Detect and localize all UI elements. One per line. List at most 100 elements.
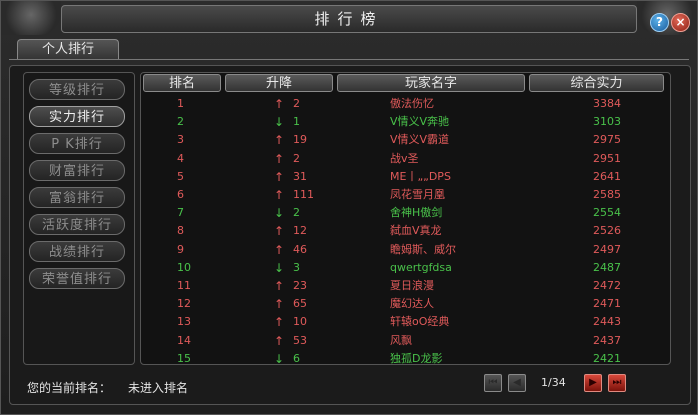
rank-cell: 5 <box>177 169 184 183</box>
power-cell: 2443 <box>593 315 621 329</box>
header-player-name[interactable]: 玩家名字 <box>337 74 525 92</box>
next-page-icon[interactable]: ▶ <box>584 374 602 392</box>
up-arrow-icon: ↑ <box>274 279 285 293</box>
change-cell: 10 <box>293 315 307 329</box>
header-rank[interactable]: 排名 <box>143 74 221 92</box>
player-name-cell: 独孤D龙影 <box>390 351 443 365</box>
header-power[interactable]: 综合实力 <box>529 74 664 92</box>
window-title: 排行榜 <box>61 5 637 33</box>
category-button[interactable]: 财富排行 <box>29 160 125 181</box>
power-cell: 2951 <box>593 151 621 165</box>
power-cell: 2497 <box>593 242 621 256</box>
current-rank-value: 未进入排名 <box>128 381 189 395</box>
table-row[interactable]: 12 ↑ 65 魔幻达人 2471 <box>141 295 669 313</box>
rank-cell: 6 <box>177 188 184 201</box>
category-button[interactable]: 富翁排行 <box>29 187 125 208</box>
table-row[interactable]: 14 ↑ 53 风飘 2437 <box>141 332 669 350</box>
rank-cell: 1 <box>177 97 184 110</box>
player-name-cell: 凤花雪月凰 <box>390 188 445 201</box>
rank-cell: 3 <box>177 133 184 147</box>
rank-cell: 11 <box>177 279 191 292</box>
table-row[interactable]: 13 ↑ 10 轩辕oO经典 2443 <box>141 313 669 331</box>
power-cell: 2975 <box>593 133 621 147</box>
change-cell: 23 <box>293 279 307 292</box>
change-cell: 31 <box>293 169 307 183</box>
change-cell: 6 <box>293 351 300 365</box>
player-name-cell: 夏日浪漫 <box>390 279 434 292</box>
up-arrow-icon: ↑ <box>274 224 285 239</box>
prev-page-icon[interactable]: ◀ <box>508 374 526 392</box>
player-name-cell: qwertgfdsa <box>390 260 452 274</box>
category-button[interactable]: 等级排行 <box>29 79 125 100</box>
rank-cell: 13 <box>177 315 191 329</box>
power-cell: 2437 <box>593 333 621 347</box>
table-row[interactable]: 9 ↑ 46 瞻姆斯、威尔 2497 <box>141 241 669 259</box>
player-name-cell: V情义V霸道 <box>390 133 450 147</box>
change-cell: 46 <box>293 242 307 256</box>
power-cell: 3384 <box>593 97 621 110</box>
up-arrow-icon: ↑ <box>274 188 285 202</box>
category-button[interactable]: 荣誉值排行 <box>29 268 125 289</box>
power-cell: 2526 <box>593 224 621 238</box>
header-change[interactable]: 升降 <box>225 74 333 92</box>
change-cell: 2 <box>293 206 300 220</box>
player-name-cell: 轩辕oO经典 <box>390 315 450 329</box>
change-cell: 3 <box>293 260 300 274</box>
player-name-cell: 弑血V真龙 <box>390 224 442 238</box>
rank-cell: 4 <box>177 151 184 165</box>
rank-cell: 15 <box>177 351 191 365</box>
close-icon[interactable]: × <box>671 13 690 32</box>
rank-cell: 7 <box>177 206 184 220</box>
table-row[interactable]: 4 ↑ 2 战v圣 2951 <box>141 150 669 168</box>
table-row[interactable]: 10 ↓ 3 qwertgfdsa 2487 <box>141 259 669 277</box>
table-row[interactable]: 7 ↓ 2 舍神H傲剑 2554 <box>141 204 669 222</box>
title-ornament-left <box>1 1 61 35</box>
rank-cell: 14 <box>177 333 191 347</box>
change-cell: 12 <box>293 224 307 238</box>
rank-cell: 8 <box>177 224 184 238</box>
rank-cell: 9 <box>177 242 184 256</box>
change-cell: 1 <box>293 115 300 129</box>
player-name-cell: 战v圣 <box>390 151 419 165</box>
current-rank-label: 您的当前排名： <box>27 381 112 395</box>
up-arrow-icon: ↑ <box>274 97 285 111</box>
up-arrow-icon: ↑ <box>274 133 285 148</box>
help-icon[interactable]: ? <box>650 13 669 32</box>
table-row[interactable]: 2 ↓ 1 V情义V奔驰 3103 <box>141 113 669 131</box>
table-row[interactable]: 8 ↑ 12 弑血V真龙 2526 <box>141 222 669 240</box>
up-arrow-icon: ↑ <box>274 151 285 166</box>
category-button[interactable]: P K排行 <box>29 133 125 154</box>
power-cell: 2585 <box>593 188 621 201</box>
player-name-cell: V情义V奔驰 <box>390 115 450 129</box>
table-row[interactable]: 11 ↑ 23 夏日浪漫 2472 <box>141 277 669 295</box>
rank-cell: 12 <box>177 297 191 311</box>
category-button[interactable]: 战绩排行 <box>29 241 125 262</box>
down-arrow-icon: ↓ <box>274 260 285 275</box>
up-arrow-icon: ↑ <box>274 333 285 348</box>
tab-personal-ranking[interactable]: 个人排行 <box>17 39 119 60</box>
player-name-cell: 风飘 <box>390 333 412 347</box>
table-row[interactable]: 1 ↑ 2 傲法伤忆 3384 <box>141 95 669 113</box>
up-arrow-icon: ↑ <box>274 297 285 312</box>
up-arrow-icon: ↑ <box>274 242 285 257</box>
player-name-cell: 魔幻达人 <box>390 297 434 311</box>
down-arrow-icon: ↓ <box>274 206 285 221</box>
table-row[interactable]: 5 ↑ 31 ME丨„„DPS 2641 <box>141 168 669 186</box>
last-page-icon[interactable]: ⏭ <box>608 374 626 392</box>
power-cell: 3103 <box>593 115 621 129</box>
category-button[interactable]: 活跃度排行 <box>29 214 125 235</box>
power-cell: 2471 <box>593 297 621 311</box>
first-page-icon[interactable]: ⏮ <box>484 374 502 392</box>
player-name-cell: 舍神H傲剑 <box>390 206 443 220</box>
rank-cell: 2 <box>177 115 184 129</box>
table-row[interactable]: 3 ↑ 19 V情义V霸道 2975 <box>141 131 669 149</box>
table-row[interactable]: 6 ↑ 111 凤花雪月凰 2585 <box>141 186 669 204</box>
category-button[interactable]: 实力排行 <box>29 106 125 127</box>
change-cell: 111 <box>293 188 314 201</box>
power-cell: 2641 <box>593 169 621 183</box>
down-arrow-icon: ↓ <box>274 115 285 130</box>
power-cell: 2421 <box>593 351 621 365</box>
power-cell: 2487 <box>593 260 621 274</box>
table-row[interactable]: 15 ↓ 6 独孤D龙影 2421 <box>141 350 669 368</box>
page-indicator: 1/34 <box>541 376 566 389</box>
